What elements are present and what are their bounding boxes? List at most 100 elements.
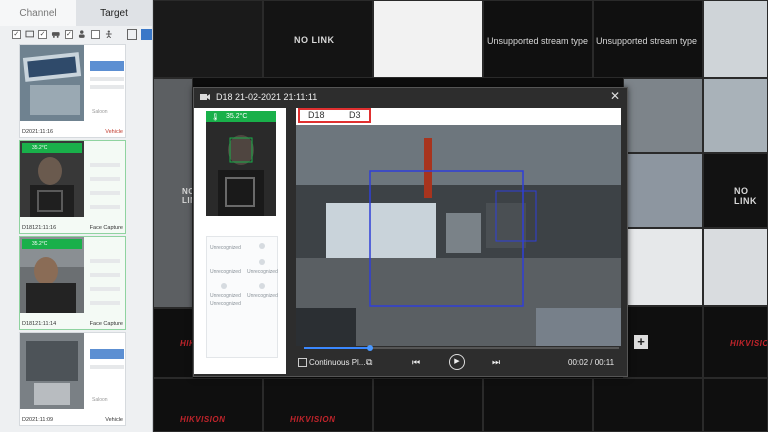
video-tile[interactable] bbox=[373, 378, 483, 432]
no-link-text: NO LINK bbox=[734, 186, 757, 206]
vehicle-thumbnail bbox=[20, 333, 84, 409]
placeholder-line bbox=[90, 259, 120, 263]
placeholder-line bbox=[90, 301, 120, 305]
target-sidebar: Channel Target ✓ ✓ ✓ Saloon D2021:11:16 … bbox=[0, 0, 153, 432]
vehicle-tag-button[interactable] bbox=[90, 61, 124, 71]
video-tile[interactable] bbox=[623, 228, 703, 306]
attribute-value: Unrecognized bbox=[210, 293, 241, 299]
filter-face-checkbox[interactable]: ✓ bbox=[64, 29, 74, 39]
result-card-vehicle-1[interactable]: Saloon D2021:11:16 Vehicle bbox=[19, 44, 126, 138]
video-tile[interactable] bbox=[703, 0, 768, 78]
card-footer: D18121:11:16 Face Capture bbox=[22, 225, 123, 231]
video-tile[interactable] bbox=[623, 153, 703, 228]
video-tile[interactable]: HIK bbox=[153, 308, 193, 378]
video-tile[interactable] bbox=[153, 0, 263, 78]
card-footer: D18121:11:14 Face Capture bbox=[22, 321, 123, 327]
channel-tab[interactable]: D18 bbox=[308, 110, 325, 120]
placeholder-line bbox=[90, 273, 120, 277]
previous-icon[interactable]: ⏮ bbox=[412, 357, 420, 368]
card-type: Vehicle bbox=[105, 417, 123, 423]
video-tile[interactable] bbox=[373, 0, 483, 78]
temperature-badge: 35.2°C bbox=[22, 239, 82, 249]
filter-vehicle-checkbox[interactable]: ✓ bbox=[38, 29, 47, 39]
card-type: Vehicle bbox=[105, 129, 123, 135]
card-type: Face Capture bbox=[89, 225, 123, 231]
video-tile[interactable] bbox=[703, 378, 768, 432]
hikvision-logo: HIK bbox=[180, 339, 192, 348]
tab-target[interactable]: Target bbox=[76, 0, 152, 26]
next-icon[interactable]: ⏭ bbox=[492, 357, 500, 368]
progress-handle[interactable] bbox=[367, 345, 374, 351]
temperature-badge: 🌡 35.2°C bbox=[206, 111, 276, 122]
video-tile[interactable]: + bbox=[623, 306, 703, 378]
camera-icon bbox=[200, 94, 210, 100]
attribute-value: Unrecognized bbox=[210, 301, 241, 307]
attribute-value: Unrecognized bbox=[247, 269, 278, 275]
unsupported-stream-text: Unsupported stream type bbox=[487, 36, 589, 46]
playback-video[interactable]: D18 D3 bbox=[296, 108, 621, 346]
attribute-icon bbox=[259, 283, 265, 289]
placeholder-line bbox=[90, 287, 120, 291]
continuous-play-label: Continuous Pl... bbox=[309, 358, 366, 367]
continuous-play-toggle[interactable]: Continuous Pl... bbox=[298, 358, 365, 367]
hikvision-logo: HIKVISION bbox=[730, 339, 767, 348]
result-card-vehicle-2[interactable]: Saloon D2021:11:09 Vehicle bbox=[19, 332, 126, 426]
target-tab[interactable]: D3 bbox=[349, 110, 361, 120]
video-tile[interactable]: NO LINK bbox=[703, 153, 768, 228]
placeholder-line bbox=[90, 77, 124, 81]
thumbnail-view-button[interactable] bbox=[141, 28, 153, 40]
result-card-face-2[interactable]: 35.2°C D18121:11:14 Face Capture bbox=[19, 236, 126, 330]
video-tile[interactable]: NO LINK bbox=[263, 0, 373, 78]
result-card-face-1[interactable]: 35.2°C D18121:11:16 Face Capture bbox=[19, 140, 126, 234]
placeholder-line bbox=[90, 177, 120, 181]
no-link-text: NO LINK bbox=[182, 187, 192, 205]
attribute-icon bbox=[259, 259, 265, 265]
video-tile[interactable]: Unsupported stream type bbox=[593, 0, 703, 78]
video-tile[interactable]: Unsupported stream type bbox=[483, 0, 593, 78]
vehicle-icon bbox=[51, 32, 60, 38]
filter-human-checkbox[interactable] bbox=[90, 29, 100, 39]
video-tile[interactable] bbox=[703, 78, 768, 153]
placeholder-line bbox=[90, 85, 124, 89]
playback-dialog: D18 21-02-2021 21:11:11 ✕ 🌡 35.2°C Unrec… bbox=[193, 87, 628, 377]
filter-all-checkbox[interactable]: ✓ bbox=[12, 29, 21, 39]
video-tile[interactable] bbox=[593, 378, 703, 432]
capture-info-panel: 🌡 35.2°C Unrecognized Unrecognized Unrec… bbox=[194, 108, 286, 374]
unsupported-stream-text: Unsupported stream type bbox=[596, 36, 698, 46]
time-display: 00:02 / 00:11 bbox=[568, 358, 615, 367]
video-tile[interactable]: HIKVISION bbox=[263, 378, 373, 432]
attribute-value: Unrecognized bbox=[247, 293, 278, 299]
video-tile[interactable] bbox=[703, 228, 768, 306]
progress-bar[interactable] bbox=[304, 345, 619, 351]
vehicle-type-text: Saloon bbox=[92, 109, 108, 115]
video-tile[interactable] bbox=[483, 378, 593, 432]
video-tile[interactable]: NO LINK bbox=[153, 78, 193, 308]
card-footer: D2021:11:09 Vehicle bbox=[22, 417, 123, 423]
clip-icon[interactable]: ⧉ bbox=[366, 357, 372, 368]
sidebar-tabs: Channel Target bbox=[0, 0, 152, 26]
temperature-value: 35.2°C bbox=[226, 113, 248, 120]
vehicle-tag-button[interactable] bbox=[90, 349, 124, 359]
video-tile[interactable]: HIKVISION bbox=[703, 306, 768, 378]
temperature-badge: 35.2°C bbox=[22, 143, 82, 153]
tab-channel[interactable]: Channel bbox=[0, 0, 76, 26]
plus-icon[interactable]: + bbox=[634, 335, 648, 349]
video-tab-header: D18 D3 bbox=[296, 108, 621, 125]
card-footer: D2021:11:16 Vehicle bbox=[22, 129, 123, 135]
video-tile[interactable]: HIKVISION bbox=[153, 378, 263, 432]
video-tile[interactable] bbox=[623, 78, 703, 153]
card-time: D2021:11:16 bbox=[22, 129, 54, 135]
close-icon[interactable]: ✕ bbox=[609, 90, 621, 102]
placeholder-line bbox=[90, 205, 120, 209]
attribute-icon bbox=[221, 283, 227, 289]
continuous-play-checkbox[interactable] bbox=[298, 358, 307, 367]
card-type: Face Capture bbox=[89, 321, 123, 327]
card-time: D2021:11:09 bbox=[22, 417, 54, 423]
progress-fill bbox=[304, 347, 371, 349]
captured-face-image bbox=[206, 122, 276, 216]
placeholder-line bbox=[90, 191, 120, 195]
office-scene bbox=[296, 108, 621, 346]
attribute-list: Unrecognized Unrecognized Unrecognized U… bbox=[206, 236, 278, 358]
list-view-button[interactable] bbox=[126, 28, 138, 40]
play-icon[interactable]: ▶ bbox=[449, 354, 465, 370]
